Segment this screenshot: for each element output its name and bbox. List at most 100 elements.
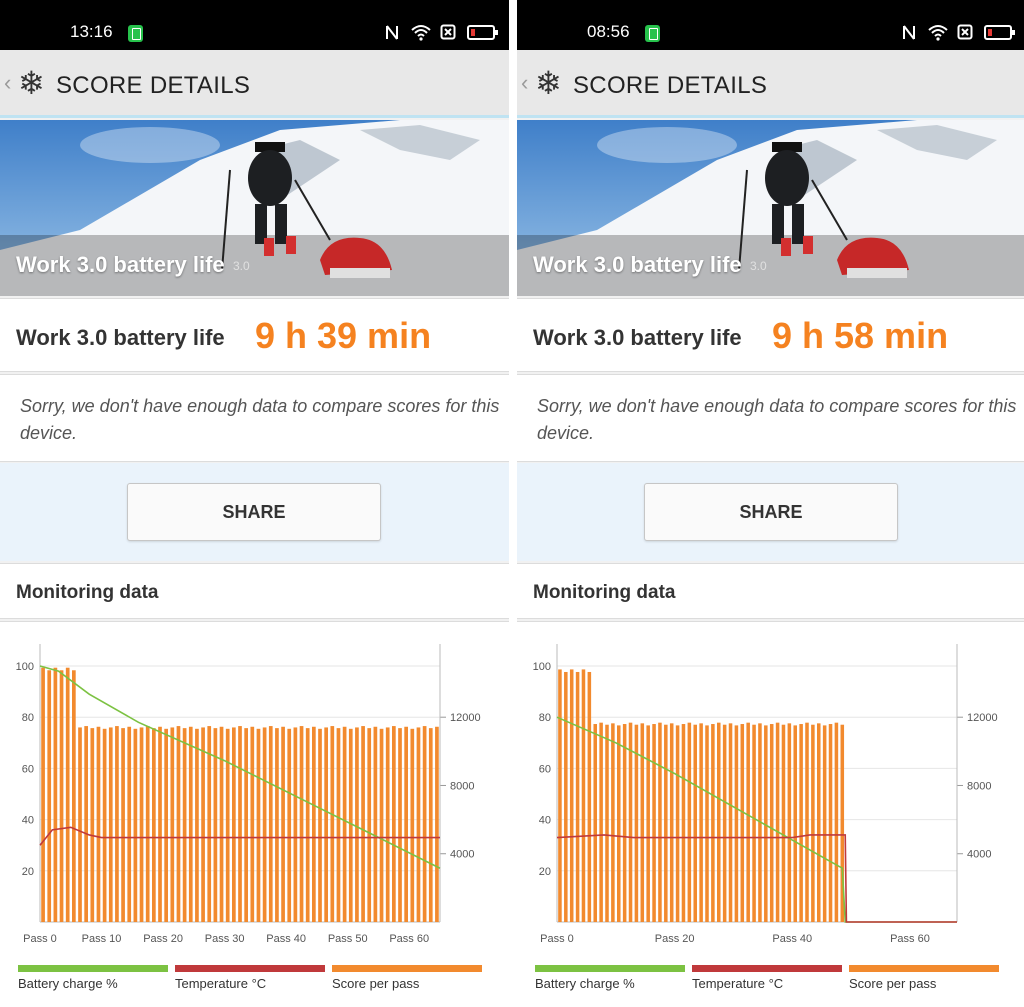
share-area: SHARE bbox=[0, 463, 509, 561]
legend-battery: Battery charge % bbox=[18, 965, 168, 991]
score-bar bbox=[392, 726, 396, 922]
score-bar bbox=[652, 724, 656, 922]
legend-temperature: Temperature °C bbox=[175, 965, 325, 991]
score-bar bbox=[687, 722, 692, 922]
score-bar bbox=[717, 722, 721, 922]
no-sim-icon bbox=[439, 24, 457, 41]
y-left-tick-label: 40 bbox=[539, 815, 551, 827]
score-bar bbox=[293, 727, 298, 922]
monitoring-title: Monitoring data bbox=[533, 582, 676, 603]
banner-version: 3.0 bbox=[750, 259, 767, 273]
benchmark-banner: Work 3.0 battery life 3.0 bbox=[517, 120, 1024, 296]
score-bar bbox=[564, 671, 568, 922]
score-bar bbox=[275, 728, 279, 922]
share-button[interactable]: SHARE bbox=[127, 483, 381, 541]
score-bar bbox=[593, 724, 597, 922]
score-bar bbox=[312, 726, 316, 922]
legend-temperature-swatch bbox=[692, 965, 842, 972]
score-bar bbox=[628, 722, 633, 922]
x-tick-label: Pass 30 bbox=[205, 933, 245, 945]
score-bar bbox=[711, 724, 715, 922]
y-right-tick-label: 4000 bbox=[450, 849, 474, 861]
score-bar bbox=[170, 727, 175, 922]
score-bar bbox=[422, 726, 427, 922]
y-left-tick-label: 80 bbox=[22, 712, 34, 724]
score-bar bbox=[145, 726, 150, 922]
score-bar bbox=[669, 723, 674, 922]
monitoring-header: Monitoring data bbox=[0, 563, 509, 619]
screenshot-panel-right: 08:56 ‹ ❄ SCORE DETAILS Work 3.0 battery… bbox=[517, 0, 1024, 1007]
score-bar bbox=[404, 726, 408, 922]
x-tick-label: Pass 60 bbox=[890, 933, 930, 945]
comparison-message: Sorry, we don't have enough data to comp… bbox=[537, 396, 1017, 443]
legend-score-label: Score per pass bbox=[332, 976, 420, 991]
score-bar bbox=[47, 670, 52, 922]
score-bar bbox=[219, 726, 224, 922]
score-bar bbox=[599, 722, 603, 922]
x-tick-label: Pass 0 bbox=[540, 933, 574, 945]
page-title: SCORE DETAILS bbox=[56, 72, 251, 99]
score-bar bbox=[646, 725, 650, 922]
banner-title: Work 3.0 battery life bbox=[533, 252, 742, 277]
benchmark-banner: Work 3.0 battery life 3.0 bbox=[0, 120, 509, 296]
score-bar bbox=[775, 722, 780, 922]
score-bar bbox=[675, 725, 680, 922]
score-bar bbox=[805, 722, 809, 922]
score-bar bbox=[139, 727, 144, 922]
status-time: 08:56 bbox=[587, 22, 630, 41]
score-bar bbox=[262, 727, 267, 922]
score-bar bbox=[182, 728, 187, 922]
status-bar: 08:56 bbox=[517, 0, 1024, 50]
score-bar bbox=[705, 725, 709, 922]
score-bar bbox=[722, 724, 727, 922]
snowflake-logo-icon: ❄ bbox=[535, 65, 562, 101]
banner-title: Work 3.0 battery life bbox=[16, 252, 225, 277]
y-right-tick-label: 8000 bbox=[967, 780, 991, 792]
score-bar bbox=[96, 726, 101, 922]
monitoring-chart-card: 20 40 60 80 100 4000 8000 12000 Pass 0 Pass 10 Pas… bbox=[0, 621, 509, 1007]
score-bar bbox=[78, 727, 82, 922]
score-bar bbox=[740, 724, 745, 922]
legend-score-label: Score per pass bbox=[849, 976, 937, 991]
share-area: SHARE bbox=[517, 463, 1024, 561]
score-bar bbox=[398, 728, 402, 922]
score-bar bbox=[41, 667, 45, 922]
score-bar bbox=[324, 727, 328, 922]
score-bar bbox=[746, 722, 750, 922]
score-bar bbox=[617, 725, 621, 922]
score-card: Work 3.0 battery life 9 h 58 min bbox=[517, 298, 1024, 372]
share-button[interactable]: SHARE bbox=[644, 483, 898, 541]
score-bar bbox=[611, 723, 615, 922]
score-bar bbox=[379, 728, 384, 922]
score-bar bbox=[575, 671, 580, 922]
score-bar bbox=[53, 667, 58, 922]
battery-low-icon bbox=[467, 25, 498, 40]
score-bar bbox=[207, 726, 212, 922]
score-bar bbox=[348, 728, 353, 922]
score-bar bbox=[158, 726, 162, 922]
score-bar bbox=[699, 723, 703, 922]
score-bar bbox=[811, 724, 815, 922]
screenshot-panel-left: 13:16 ‹ ❄ SCORE DETAILS Work 3.0 battery… bbox=[0, 0, 509, 1007]
status-icons bbox=[900, 24, 1015, 41]
back-chevron-icon[interactable]: ‹ bbox=[521, 70, 528, 96]
score-bar bbox=[752, 724, 756, 922]
x-tick-label: Pass 20 bbox=[655, 933, 695, 945]
x-tick-label: Pass 10 bbox=[82, 933, 122, 945]
legend-temperature-swatch bbox=[175, 965, 325, 972]
score-bar bbox=[330, 726, 335, 922]
y-left-tick-label: 20 bbox=[539, 866, 551, 878]
score-card: Work 3.0 battery life 9 h 39 min bbox=[0, 298, 509, 372]
page-title: SCORE DETAILS bbox=[573, 72, 768, 99]
battery-notification-icon bbox=[645, 25, 660, 42]
score-bar bbox=[428, 728, 433, 922]
score-bar bbox=[828, 724, 833, 922]
score-bar bbox=[834, 722, 839, 922]
status-time: 13:16 bbox=[70, 22, 113, 41]
battery-notification-icon bbox=[128, 25, 143, 42]
legend-score: Score per pass bbox=[332, 965, 482, 991]
score-label: Work 3.0 battery life bbox=[16, 325, 225, 350]
monitoring-header: Monitoring data bbox=[517, 563, 1024, 619]
score-bar bbox=[410, 728, 415, 922]
back-chevron-icon[interactable]: ‹ bbox=[4, 70, 11, 96]
